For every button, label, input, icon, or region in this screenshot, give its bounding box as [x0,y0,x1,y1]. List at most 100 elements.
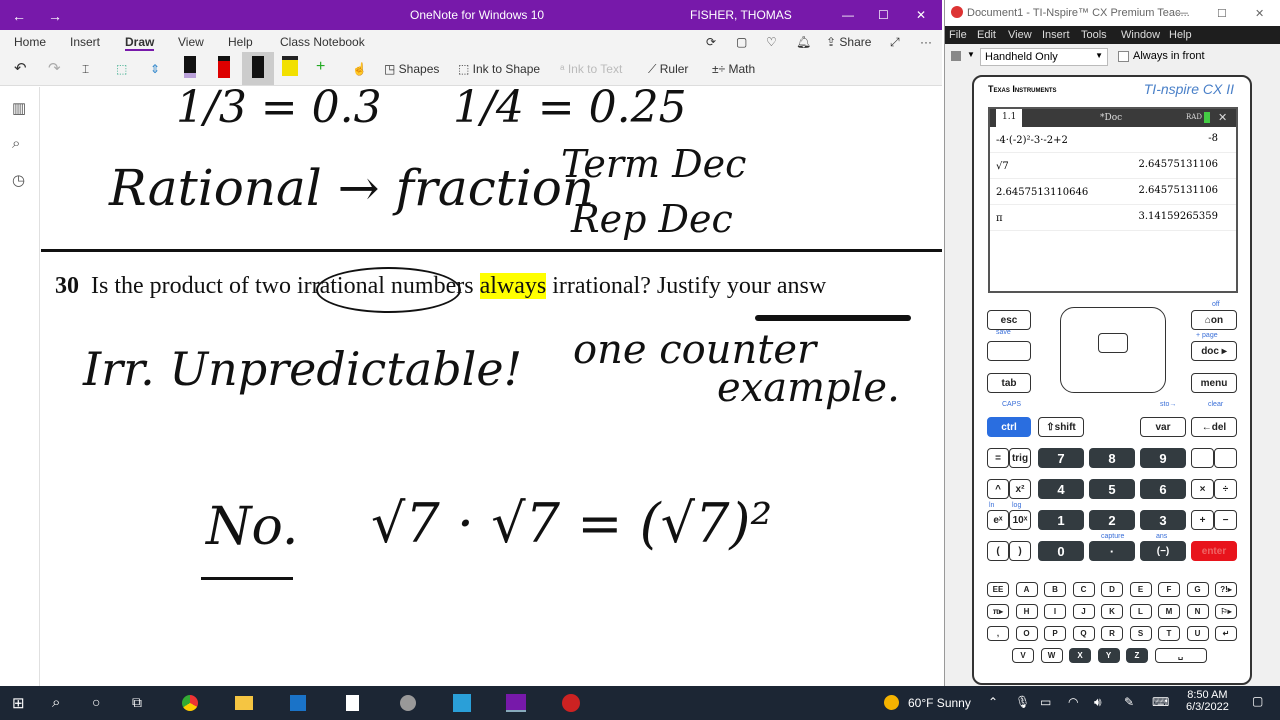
alpha-key[interactable]: J [1072,604,1095,619]
alpha-key[interactable]: A [1015,582,1038,597]
highlighter-icon[interactable] [282,56,298,76]
alpha-key[interactable]: ↵ [1215,626,1237,641]
alpha-key[interactable]: π▸ [987,604,1009,619]
alpha-key[interactable]: P [1044,626,1066,641]
weather-sun-icon[interactable] [884,695,899,710]
menu-help[interactable]: Help [1169,29,1192,41]
undo-icon[interactable]: ↶ [14,59,27,77]
key-0[interactable]: 0 [1038,541,1084,561]
shift-key[interactable]: ⇧shift [1038,417,1084,437]
tab-view[interactable]: View [178,35,204,49]
notebooks-icon[interactable]: ▥ [12,99,26,117]
more-icon[interactable]: ··· [920,35,932,49]
alpha-key[interactable]: L [1129,604,1152,619]
alpha-key[interactable]: X [1069,648,1091,663]
key-ex[interactable]: eˣ [987,510,1009,530]
ctrl-key[interactable]: ctrl [987,417,1031,437]
ink-replay-icon[interactable]: ☝ [352,62,367,76]
ink-to-text-button[interactable]: ᵃ Ink to Text [560,62,622,76]
scratchpad-key[interactable] [987,341,1031,361]
maximize-button[interactable]: ☐ [878,8,889,22]
key-1[interactable]: 1 [1038,510,1084,530]
shapes-button[interactable]: ◳ Shapes [384,62,439,76]
alpha-key[interactable]: R [1101,626,1123,641]
add-space-icon[interactable]: ⇕ [150,62,160,76]
menu-window[interactable]: Window [1121,29,1160,41]
screen-recorder-icon[interactable] [562,694,580,712]
alpha-key[interactable]: M [1158,604,1180,619]
tab-home[interactable]: Home [14,35,46,49]
del-key[interactable]: ←del [1191,417,1237,437]
fullscreen-icon[interactable]: ⤢ [890,35,900,50]
key-tenx[interactable]: 10ˣ [1009,510,1031,530]
key-catalog[interactable] [1214,448,1237,468]
key-3[interactable]: 3 [1140,510,1186,530]
key-negative[interactable]: (−) [1140,541,1186,561]
enter-key[interactable]: enter [1191,541,1237,561]
menu-key[interactable]: menu [1191,373,1237,393]
history-row[interactable]: 2.6457513110646 2.64575131106 [990,179,1236,205]
always-in-front-checkbox[interactable] [1118,51,1129,62]
key-9[interactable]: 9 [1140,448,1186,468]
key-times[interactable]: × [1191,479,1214,499]
key-7[interactable]: 7 [1038,448,1084,468]
alpha-key[interactable]: E [1129,582,1152,597]
alpha-key[interactable]: ␣ [1154,648,1207,663]
alpha-key[interactable]: K [1101,604,1123,619]
alpha-key[interactable]: Q [1072,626,1095,641]
tray-chevron-icon[interactable]: ⌃ [988,695,998,709]
microphone-icon[interactable]: 🎙︎ [1015,695,1030,709]
workspace-dropdown-icon[interactable]: ▼ [967,50,975,59]
key-4[interactable]: 4 [1038,479,1084,499]
tab-insert[interactable]: Insert [70,35,100,49]
search-icon[interactable]: ⌕ [12,135,20,152]
tab-draw[interactable]: Draw [125,35,155,51]
recent-icon[interactable]: ◷ [12,171,25,189]
pen-black-selected[interactable] [242,52,274,85]
redo-icon[interactable]: ↷ [48,59,61,77]
sync-icon[interactable]: ⟳ [706,35,716,49]
menu-tools[interactable]: Tools [1081,29,1107,41]
start-icon[interactable]: ⊞ [12,694,25,712]
key-eq[interactable]: = [987,448,1009,468]
history-row[interactable]: √7 2.64575131106 [990,153,1236,179]
file-explorer-icon[interactable] [235,696,253,710]
var-key[interactable]: var [1140,417,1186,437]
key-lp[interactable]: ( [987,541,1009,561]
user-name[interactable]: FISHER, THOMAS [690,8,792,22]
pen-icon[interactable]: ✎ [1124,695,1134,709]
key-template[interactable] [1191,448,1214,468]
touchpad-center-key[interactable] [1098,333,1128,353]
key-x2[interactable]: x² [1009,479,1031,499]
volume-icon[interactable]: 🔊︎ [1094,695,1102,710]
alpha-key[interactable]: ⚐▸ [1215,604,1237,619]
key-minus[interactable]: − [1214,510,1237,530]
page-tab[interactable]: 1.1 [996,109,1023,127]
ti-minimize-button[interactable]: — [1177,7,1188,19]
alpha-key[interactable]: H [1015,604,1038,619]
key-8[interactable]: 8 [1089,448,1135,468]
ti-maximize-button[interactable]: ☐ [1217,7,1227,20]
alpha-key[interactable]: EE [987,582,1009,597]
alpha-key[interactable]: B [1044,582,1066,597]
key-trig[interactable]: trig [1009,448,1031,468]
bell-icon[interactable]: 🔔︎ [796,35,811,49]
clock[interactable]: 8:50 AM 6/3/2022 [1186,689,1229,713]
history-row[interactable]: π 3.14159265359 [990,205,1236,231]
ti-nspire-taskbar-icon[interactable] [453,694,471,712]
on-key[interactable]: ⌂on [1191,310,1237,330]
esc-key[interactable]: esc [987,310,1031,330]
tab-key[interactable]: tab [987,373,1031,393]
alpha-key[interactable]: , [987,626,1009,641]
menu-edit[interactable]: Edit [977,29,996,41]
menu-file[interactable]: File [949,29,967,41]
menu-insert[interactable]: Insert [1042,29,1070,41]
close-button[interactable]: ✕ [916,8,926,22]
key-plus[interactable]: + [1191,510,1214,530]
key-rp[interactable]: ) [1009,541,1031,561]
key-5[interactable]: 5 [1089,479,1135,499]
alpha-key[interactable]: V [1012,648,1034,663]
task-view-icon[interactable]: ⧉ [132,694,142,711]
alpha-key[interactable]: D [1101,582,1123,597]
lasso-icon[interactable]: ⬚ [116,62,127,76]
